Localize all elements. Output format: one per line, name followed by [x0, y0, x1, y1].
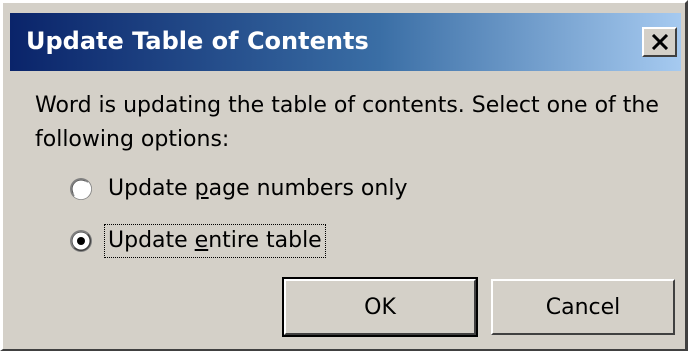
close-icon — [651, 34, 669, 50]
option-update-page-numbers[interactable]: Update page numbers only — [69, 171, 410, 207]
ok-button[interactable]: OK — [282, 277, 478, 337]
cancel-button[interactable]: Cancel — [491, 279, 675, 335]
dialog-title: Update Table of Contents — [26, 27, 369, 55]
radio-selected-icon[interactable] — [69, 229, 93, 253]
radio-unselected-icon[interactable] — [69, 177, 93, 201]
option-label-entire-table: Update entire table — [104, 224, 326, 258]
option-label-page-numbers: Update page numbers only — [108, 176, 408, 201]
title-bar[interactable]: Update Table of Contents — [10, 13, 681, 71]
close-button[interactable] — [642, 27, 677, 57]
option-update-entire-table[interactable]: Update entire table — [69, 223, 326, 259]
dialog-message: Word is updating the table of contents. … — [35, 93, 659, 152]
update-toc-dialog: Update Table of Contents Word is updatin… — [0, 0, 688, 351]
